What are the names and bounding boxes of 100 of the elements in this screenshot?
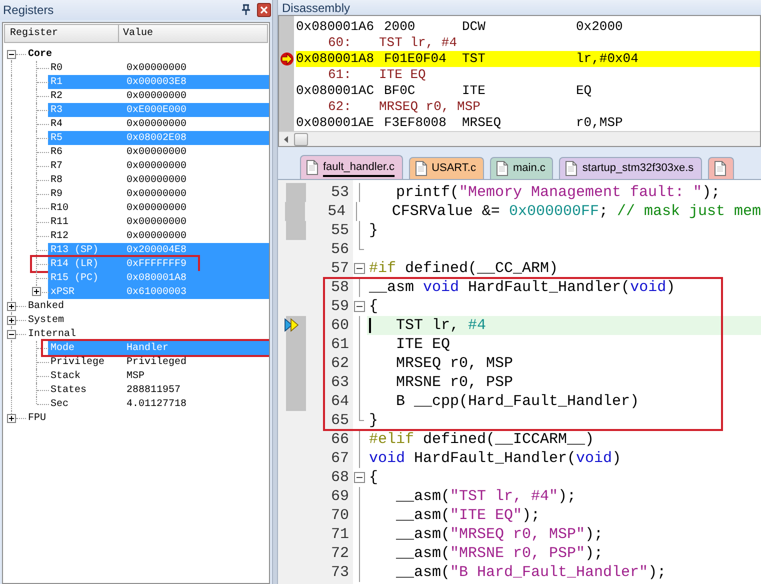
line-number: 64 bbox=[330, 392, 350, 411]
left-arrow-icon bbox=[284, 136, 289, 142]
register-value: 0xFFFFFFF9 bbox=[126, 258, 186, 272]
line-number: 57 bbox=[330, 259, 350, 278]
line-number: 65 bbox=[330, 411, 350, 430]
panel-title: Disassembly bbox=[282, 0, 350, 16]
code-line: printf("Memory Management fault: "); bbox=[395, 184, 720, 201]
editor-tab[interactable]: startup_stm32f303xe.s bbox=[559, 157, 702, 179]
tree-group-label[interactable]: FPU bbox=[28, 410, 46, 426]
source-line-number: 62: bbox=[327, 98, 352, 116]
register-name: R5 bbox=[49, 132, 64, 146]
register-value: 0x200004E8 bbox=[126, 244, 186, 258]
code-line: __asm("ITE EQ"); bbox=[395, 507, 540, 524]
file-icon bbox=[496, 161, 508, 176]
register-name: R3 bbox=[49, 104, 64, 118]
operands: r0,MSP bbox=[576, 114, 623, 131]
operands: EQ bbox=[576, 82, 592, 100]
register-value: 0x00000000 bbox=[126, 188, 186, 202]
line-number: 58 bbox=[330, 278, 350, 297]
editor-tab[interactable]: main.c bbox=[490, 157, 554, 179]
expand-toggle[interactable] bbox=[7, 316, 16, 324]
register-name: R1 bbox=[49, 76, 64, 90]
register-name: R11 bbox=[49, 216, 70, 230]
code-line: ITE EQ bbox=[395, 336, 450, 353]
file-icon bbox=[714, 161, 726, 176]
code-line: void HardFault_Handler(void) bbox=[369, 450, 622, 467]
register-name: R10 bbox=[49, 202, 70, 216]
code-line: TST lr, #4 bbox=[395, 317, 486, 334]
opcode: F01E0F04 bbox=[384, 50, 448, 68]
register-value: 0x00000000 bbox=[126, 216, 186, 230]
collapse-toggle[interactable] bbox=[7, 330, 16, 338]
line-number: 63 bbox=[330, 373, 350, 392]
register-name: R8 bbox=[49, 174, 64, 188]
line-number: 73 bbox=[330, 563, 350, 582]
instruction-address: 0x080001AC bbox=[296, 82, 376, 100]
register-value: Handler bbox=[126, 342, 168, 356]
expand-toggle[interactable] bbox=[32, 287, 41, 296]
editor-tab[interactable] bbox=[708, 157, 734, 179]
collapse-toggle[interactable] bbox=[7, 50, 16, 58]
opcode: F3EF8008 bbox=[384, 114, 448, 131]
tree-group-label[interactable]: Banked bbox=[28, 298, 64, 314]
source-line: MRSEQ r0, MSP bbox=[379, 98, 480, 116]
register-value: 0x00000000 bbox=[126, 202, 186, 216]
editor-tab[interactable]: USART.c bbox=[408, 157, 484, 179]
expand-toggle[interactable] bbox=[7, 414, 16, 422]
fold-toggle[interactable] bbox=[354, 472, 365, 483]
instruction-address: 0x080001A6 bbox=[296, 18, 376, 36]
tree-group-label[interactable]: Core bbox=[28, 46, 52, 62]
file-icon bbox=[414, 161, 427, 176]
register-value: 0x61000003 bbox=[126, 286, 186, 300]
register-value: 0x00000000 bbox=[126, 118, 186, 132]
line-number: 61 bbox=[330, 335, 350, 354]
register-name: States bbox=[49, 384, 88, 398]
fold-toggle[interactable] bbox=[354, 301, 365, 312]
code-line: __asm("MRSEQ r0, MSP"); bbox=[395, 526, 604, 543]
register-value: 0x00000000 bbox=[126, 62, 186, 76]
code-line: #elif defined(__ICCARM__) bbox=[369, 431, 594, 448]
register-name: R9 bbox=[49, 188, 64, 202]
mnemonic: TST bbox=[462, 50, 486, 68]
close-button[interactable] bbox=[257, 3, 271, 17]
line-number: 67 bbox=[330, 449, 350, 468]
register-name: R12 bbox=[49, 230, 70, 244]
line-number: 69 bbox=[330, 487, 350, 506]
line-number: 55 bbox=[330, 221, 350, 240]
register-value: 0x08002E08 bbox=[126, 132, 186, 146]
line-number: 56 bbox=[330, 240, 350, 259]
code-line: { bbox=[369, 469, 378, 486]
instruction-address: 0x080001AE bbox=[296, 114, 376, 131]
panel-title: Registers bbox=[3, 2, 55, 19]
line-number: 62 bbox=[330, 354, 350, 373]
register-value: 0x000003E8 bbox=[126, 76, 186, 90]
editor-tab[interactable]: fault_handler.c bbox=[300, 155, 403, 179]
line-number: 66 bbox=[330, 430, 350, 449]
register-name: R15 (PC) bbox=[49, 272, 100, 286]
source-line: ITE EQ bbox=[379, 66, 426, 84]
register-value: 0x080001A8 bbox=[126, 272, 186, 286]
tree-group-label[interactable]: Internal bbox=[28, 326, 76, 342]
code-line: __asm("B Hard_Fault_Handler"); bbox=[395, 564, 666, 581]
column-header[interactable]: Register bbox=[4, 24, 119, 43]
code-line: CFSRValue &= 0x000000FF; // mask just mem bbox=[390, 203, 761, 220]
close-icon bbox=[260, 6, 268, 14]
register-name: R13 (SP) bbox=[49, 244, 100, 258]
fold-toggle[interactable] bbox=[354, 263, 365, 274]
expand-toggle[interactable] bbox=[7, 302, 16, 310]
code-line: MRSEQ r0, MSP bbox=[395, 355, 514, 372]
tree-group-label[interactable]: System bbox=[28, 312, 64, 328]
line-number: 53 bbox=[330, 183, 350, 202]
file-icon bbox=[306, 160, 318, 175]
operands: lr,#0x04 bbox=[576, 50, 638, 68]
register-value: 0xE000E000 bbox=[126, 104, 186, 118]
code-line: { bbox=[369, 298, 378, 315]
code-line: __asm void HardFault_Handler(void) bbox=[369, 279, 676, 296]
pin-icon[interactable] bbox=[241, 4, 251, 16]
code-line: } bbox=[369, 222, 378, 239]
scrollbar-thumb[interactable] bbox=[294, 132, 308, 146]
mnemonic: ITE bbox=[462, 82, 486, 100]
register-name: R2 bbox=[49, 90, 64, 104]
code-line: B __cpp(Hard_Fault_Handler) bbox=[395, 393, 640, 410]
instruction-address: 0x080001A8 bbox=[296, 50, 376, 68]
column-header[interactable]: Value bbox=[119, 24, 268, 43]
